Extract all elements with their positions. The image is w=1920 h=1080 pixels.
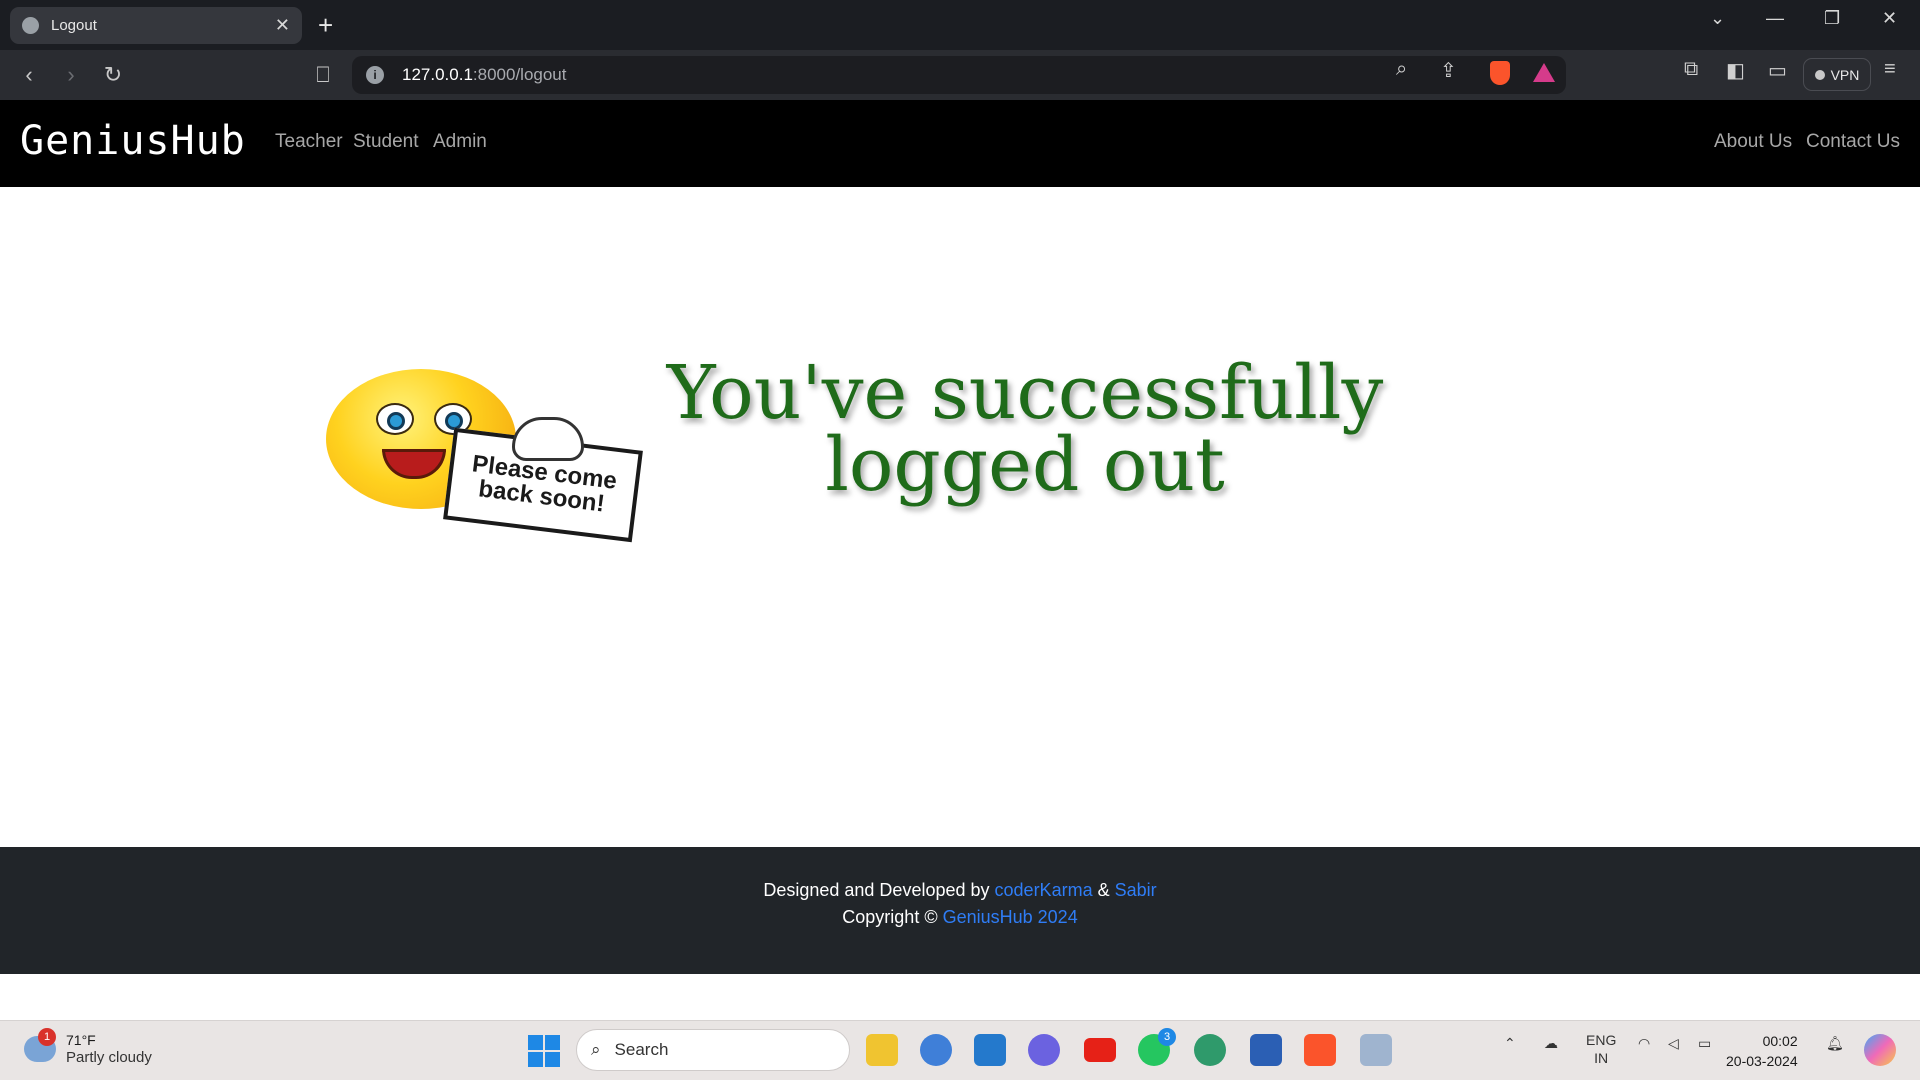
new-tab-button[interactable]: + xyxy=(318,10,333,40)
search-icon: ⌕ xyxy=(591,1040,601,1059)
battery-icon[interactable]: ▭ xyxy=(1698,1035,1711,1052)
footer-author2-link[interactable]: Sabir xyxy=(1115,880,1157,900)
app-store-icon[interactable] xyxy=(920,1034,952,1066)
vpn-label: VPN xyxy=(1830,66,1860,83)
headline-line2: logged out xyxy=(825,422,1225,508)
share-icon[interactable]: ⇪ xyxy=(1440,58,1457,83)
weather-badge: 1 xyxy=(38,1027,56,1046)
minimize-button[interactable]: — xyxy=(1766,8,1784,29)
copilot-pre-icon[interactable] xyxy=(1864,1034,1896,1066)
back-button[interactable]: ‹ xyxy=(16,62,42,88)
zoom-icon[interactable]: ⌕ xyxy=(1396,58,1407,81)
address-bar[interactable]: i 127.0.0.1:8000/logout xyxy=(352,56,1566,94)
footer-copyright: Copyright © GeniusHub 2024 xyxy=(0,904,1920,931)
nav-link-contact-us[interactable]: Contact Us xyxy=(1806,131,1900,153)
file-explorer-icon[interactable] xyxy=(866,1034,898,1066)
footer-copyright-link[interactable]: GeniusHub 2024 xyxy=(943,907,1078,927)
wallet-icon[interactable]: ▭ xyxy=(1768,58,1787,83)
weather-temp: 71°F xyxy=(66,1032,96,1048)
main-content: Please come back soon! You've successful… xyxy=(0,187,1920,847)
taskbar-search[interactable]: ⌕ Search xyxy=(576,1029,850,1071)
smiley-mouth xyxy=(382,449,446,479)
tab-close-icon[interactable]: ✕ xyxy=(275,15,290,36)
whatsapp-badge: 3 xyxy=(1158,1028,1176,1046)
bookmark-icon[interactable]: ⎕ xyxy=(310,62,336,88)
forward-button[interactable]: › xyxy=(58,62,84,88)
tray-chevron-icon[interactable]: ⌃ xyxy=(1504,1035,1516,1052)
vpn-button[interactable]: VPN xyxy=(1803,58,1871,91)
word-icon[interactable] xyxy=(1250,1034,1282,1066)
weather-desc: Partly cloudy xyxy=(66,1049,152,1066)
lang-line2: IN xyxy=(1594,1050,1609,1066)
brand-logo[interactable]: GeniusHub xyxy=(20,118,246,164)
footer-designed-by: Designed and Developed by xyxy=(763,880,990,900)
snipping-tool-icon[interactable] xyxy=(1360,1034,1392,1066)
nav-link-about-us[interactable]: About Us xyxy=(1714,131,1792,153)
sidebar-icon[interactable]: ◧ xyxy=(1726,58,1745,83)
headline-line1: You've successfully xyxy=(666,350,1384,436)
logout-image: Please come back soon! You've successful… xyxy=(320,350,1440,557)
nav-link-teacher[interactable]: Teacher xyxy=(275,131,343,153)
glove-hand-icon xyxy=(512,417,584,461)
onedrive-icon[interactable]: ☁ xyxy=(1544,1035,1558,1052)
tab-logout[interactable]: Logout ✕ xyxy=(10,7,302,44)
start-button[interactable] xyxy=(528,1035,560,1067)
partly-cloudy-icon: 1 xyxy=(24,1027,56,1062)
vpn-status-icon xyxy=(1814,69,1825,80)
site-footer: Designed and Developed by coderKarma & S… xyxy=(0,847,1920,974)
restore-button[interactable]: ❐ xyxy=(1824,8,1840,29)
weather-widget[interactable]: 1 71°F Partly cloudy xyxy=(24,1027,152,1066)
footer-amp: & xyxy=(1097,880,1110,900)
clock-time: 00:02 xyxy=(1762,1033,1798,1049)
taskbar-clock[interactable]: 00:02 20-03-2024 xyxy=(1726,1031,1798,1071)
notification-bell-icon[interactable]: 🔔︎ xyxy=(1826,1035,1844,1052)
edge-icon[interactable] xyxy=(1194,1034,1226,1066)
url-path: :8000/logout xyxy=(472,65,567,84)
youtube-icon[interactable] xyxy=(1084,1038,1116,1062)
nav-link-admin[interactable]: Admin xyxy=(433,131,487,153)
taskbar-search-label: Search xyxy=(614,1040,669,1059)
footer-author1-link[interactable]: coderKarma xyxy=(995,880,1093,900)
nav-link-student[interactable]: Student xyxy=(353,131,419,153)
site-navbar: GeniusHub Teacher Student Admin About Us… xyxy=(0,100,1920,187)
tab-title: Logout xyxy=(51,17,97,34)
close-window-button[interactable]: ✕ xyxy=(1882,8,1897,29)
footer-copyright-text: Copyright © xyxy=(842,907,938,927)
brave-shields-icon[interactable] xyxy=(1490,61,1510,85)
language-indicator[interactable]: ENG IN xyxy=(1586,1031,1616,1067)
copilot-icon[interactable] xyxy=(1028,1034,1060,1066)
brave-rewards-icon[interactable] xyxy=(1533,63,1555,82)
reload-button[interactable]: ↻ xyxy=(100,62,126,88)
vscode-icon[interactable] xyxy=(974,1034,1006,1066)
menu-icon[interactable]: ≡ xyxy=(1884,58,1896,81)
whatsapp-icon[interactable]: 3 xyxy=(1138,1028,1176,1066)
logout-headline: You've successfully logged out xyxy=(610,350,1440,508)
url-host: 127.0.0.1 xyxy=(402,65,473,84)
extensions-icon[interactable]: ⧉ xyxy=(1684,58,1698,81)
smiley-eye xyxy=(376,403,414,435)
site-info-icon[interactable]: i xyxy=(366,66,384,84)
footer-credits: Designed and Developed by coderKarma & S… xyxy=(0,877,1920,904)
volume-icon[interactable]: ◁ xyxy=(1668,1035,1679,1052)
clock-date: 20-03-2024 xyxy=(1726,1053,1798,1069)
globe-icon xyxy=(22,17,39,34)
wifi-icon[interactable]: ◠ xyxy=(1638,1035,1650,1052)
browser-tabstrip: Logout ✕ + ⌄ — ❐ ✕ xyxy=(0,0,1920,50)
tab-search-chevron-icon[interactable]: ⌄ xyxy=(1710,8,1725,29)
lang-line1: ENG xyxy=(1586,1032,1617,1048)
browser-toolbar: ‹ › ↻ ⎕ i 127.0.0.1:8000/logout ⌕ ⇪ ⧉ ◧ … xyxy=(0,50,1920,100)
brave-taskbar-icon[interactable] xyxy=(1304,1034,1336,1066)
os-taskbar: 1 71°F Partly cloudy ⌕ Search 3 ⌃ ☁ ENG … xyxy=(0,1020,1920,1080)
